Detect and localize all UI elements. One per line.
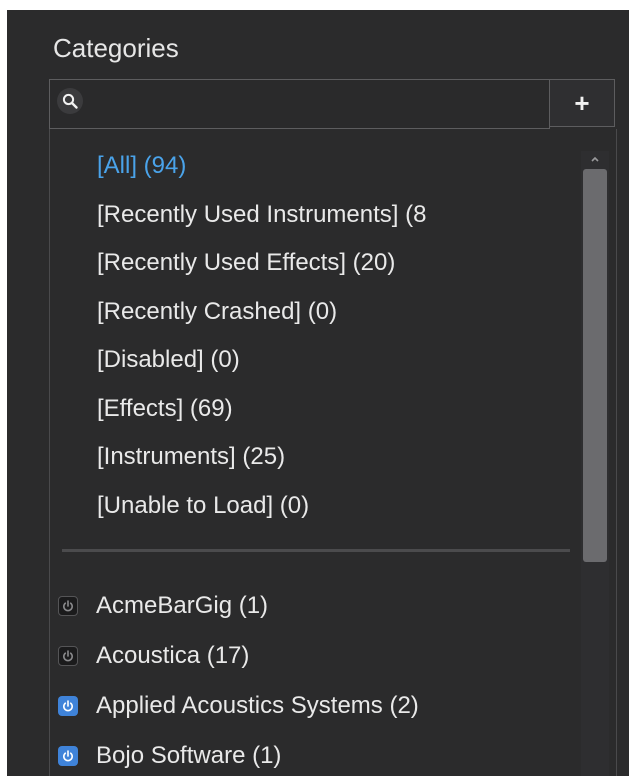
panel-title: Categories [53, 33, 179, 63]
category-list[interactable]: [All] (94) [Recently Used Instruments] (8… [49, 129, 617, 776]
vendor-label: Applied Acoustics Systems (2) [96, 692, 419, 719]
add-category-button[interactable]: + [549, 79, 615, 127]
vendor-label: Bojo Software (1) [96, 742, 282, 769]
search-row: + [49, 79, 617, 129]
category-item[interactable]: [All] (94) [97, 142, 426, 191]
search-icon [57, 88, 83, 114]
vendor-label: Acoustica (17) [96, 642, 250, 669]
category-item[interactable]: [Recently Used Effects] (20) [97, 239, 426, 288]
category-item[interactable]: [Unable to Load] (0) [97, 482, 426, 531]
category-item[interactable]: [Recently Crashed] (0) [97, 288, 426, 337]
category-item[interactable]: [Recently Used Instruments] (8 [97, 191, 426, 240]
vendor-list: AcmeBarGig (1) Acoustica (17) Applied Acou… [58, 581, 419, 776]
categories-panel: Categories + [All] (94) [Recently Used In… [7, 10, 629, 776]
power-icon[interactable] [58, 596, 78, 616]
search-box[interactable] [49, 79, 550, 129]
vendor-item[interactable]: AcmeBarGig (1) [58, 581, 419, 631]
power-icon[interactable] [58, 646, 78, 666]
vendor-item[interactable]: Acoustica (17) [58, 631, 419, 681]
list-separator [62, 549, 570, 552]
search-input[interactable] [90, 86, 544, 122]
category-item[interactable]: [Disabled] (0) [97, 336, 426, 385]
category-item[interactable]: [Instruments] (25) [97, 433, 426, 482]
power-icon[interactable] [58, 746, 78, 766]
special-category-list: [All] (94) [Recently Used Instruments] (8… [97, 142, 426, 530]
scrollbar-thumb[interactable] [583, 169, 607, 562]
vendor-label: AcmeBarGig (1) [96, 592, 269, 619]
vendor-item[interactable]: Applied Acoustics Systems (2) [58, 681, 419, 731]
power-icon[interactable] [58, 696, 78, 716]
category-item[interactable]: [Effects] (69) [97, 385, 426, 434]
scroll-up-arrow-icon[interactable] [589, 153, 601, 165]
vendor-item[interactable]: Bojo Software (1) [58, 731, 419, 776]
scrollbar[interactable] [581, 151, 609, 776]
